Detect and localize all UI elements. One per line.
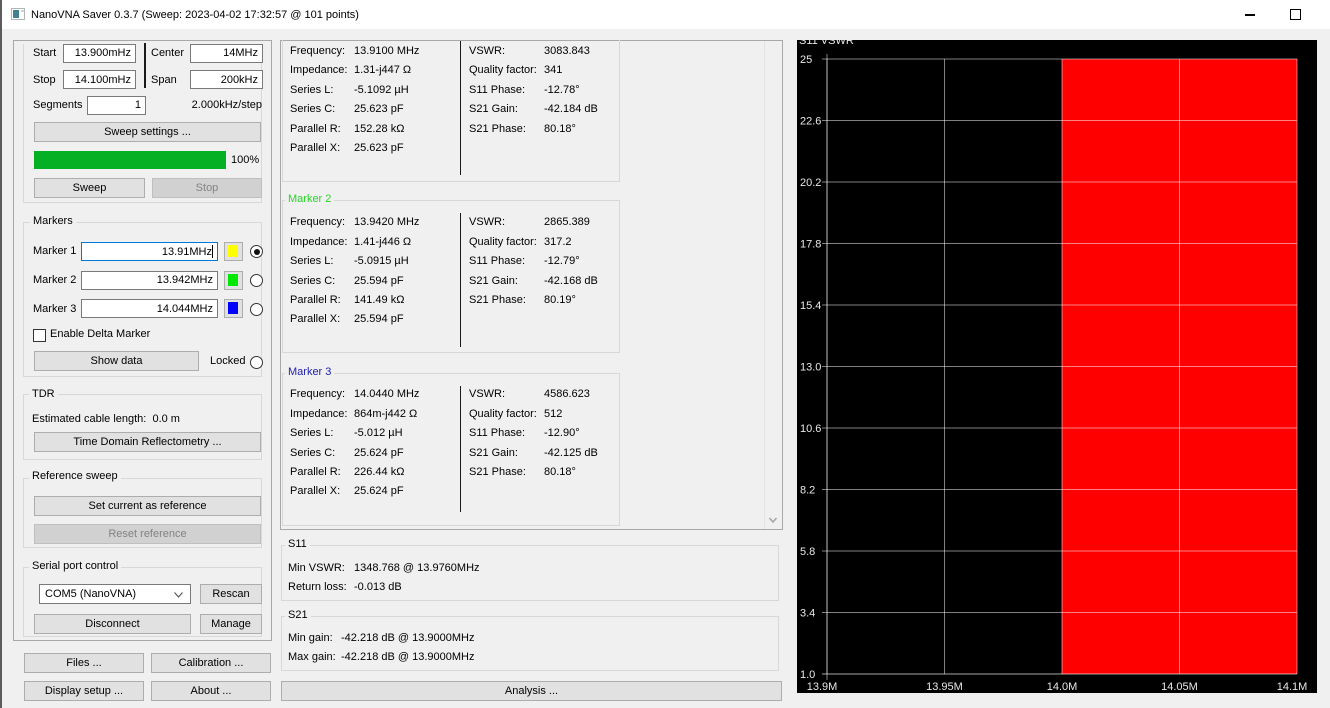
svg-text:14.1M: 14.1M [1277,681,1308,693]
svg-text:5.8: 5.8 [800,546,815,558]
svg-text:14.0M: 14.0M [1047,681,1078,693]
svg-text:13.0: 13.0 [800,362,821,374]
svg-text:1.0: 1.0 [800,669,815,681]
svg-text:3.4: 3.4 [800,608,815,620]
svg-text:15.4: 15.4 [800,300,821,312]
svg-text:20.2: 20.2 [800,177,821,189]
svg-text:25: 25 [800,54,812,66]
svg-text:13.9M: 13.9M [807,681,838,693]
svg-text:17.8: 17.8 [800,239,821,251]
svg-text:8.2: 8.2 [800,485,815,497]
svg-text:S11 VSWR: S11 VSWR [799,40,854,47]
svg-text:10.6: 10.6 [800,423,821,435]
svg-text:22.6: 22.6 [800,116,821,128]
svg-text:14.05M: 14.05M [1161,681,1198,693]
svg-text:13.95M: 13.95M [926,681,963,693]
